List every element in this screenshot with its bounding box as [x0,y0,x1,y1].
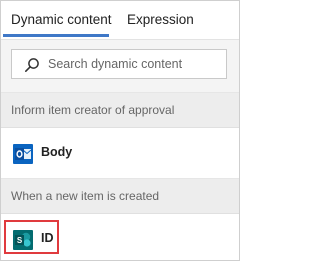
active-tab-indicator [3,34,109,37]
section-header-label: Inform item creator of approval [11,103,175,117]
section-header-label: When a new item is created [11,189,160,203]
section-header-approval: Inform item creator of approval [1,93,239,128]
search-icon [24,58,39,72]
search-area [1,40,239,93]
tab-dynamic-content[interactable]: Dynamic content [11,12,112,27]
list-item-body[interactable]: Body [1,128,239,179]
list-item-id[interactable]: S ID [1,214,239,260]
svg-text:S: S [17,236,23,245]
item-label-id: ID [41,231,54,245]
sharepoint-icon: S [13,230,33,250]
tab-expression[interactable]: Expression [127,12,194,27]
item-label-body: Body [41,145,73,159]
search-box[interactable] [11,49,227,79]
tab-bar: Dynamic content Expression [1,1,239,40]
dynamic-content-panel: Dynamic content Expression Inform item c… [0,0,240,261]
section-header-new-item: When a new item is created [1,179,239,214]
search-input[interactable] [48,55,218,73]
outlook-icon [13,144,33,164]
